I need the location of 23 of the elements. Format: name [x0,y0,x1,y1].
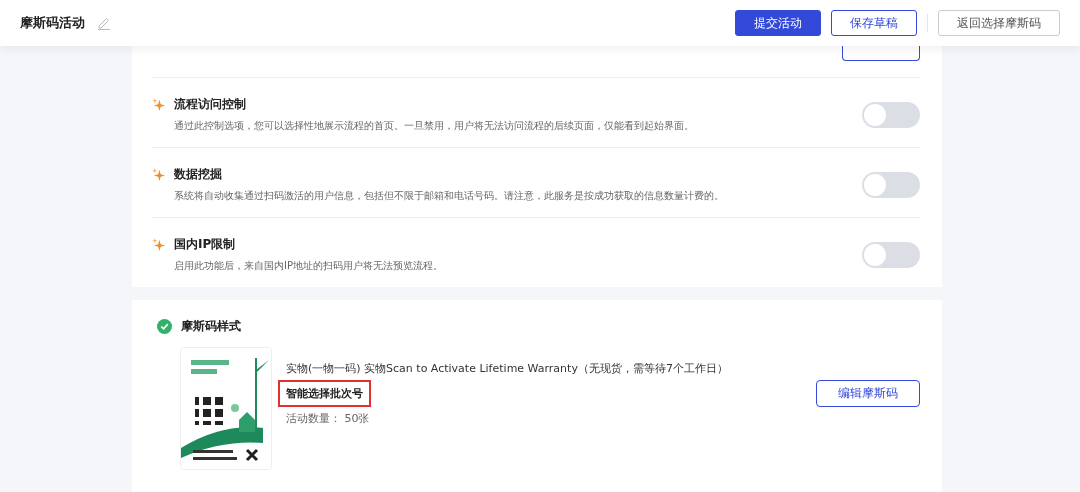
setting-description: 系统将自动收集通过扫码激活的用户信息，包括但不限于邮箱和电话号码。请注意，此服务是按成功获取的信息数量计费的。 [173,189,725,203]
setting-title: 国内IP限制 [174,236,236,253]
sparkle-icon [152,98,165,111]
edit-code-button[interactable]: 编辑摩斯码 [816,380,920,407]
product-name: 实物(一物一码) 实物Scan to Activate Lifetime Warranty（无现货，需等待7个工作日） [286,361,728,376]
back-button[interactable]: 返回选择摩斯码 [938,10,1060,36]
setting-title: 流程访问控制 [174,96,246,113]
submit-button[interactable]: 提交活动 [735,10,821,36]
sparkle-icon [152,168,165,181]
setting-description: 启用此功能后，来自国内IP地址的扫码用户将无法预览流程。 [173,259,444,273]
section-title: 摩斯码样式 [181,318,241,335]
sparkle-icon [152,238,165,251]
pencil-icon[interactable] [97,16,111,30]
batch-label: 智能选择批次号 [278,380,371,407]
toggle-switch[interactable] [862,241,920,268]
save-draft-button[interactable]: 保存草稿 [831,10,917,36]
setting-title: 数据挖掘 [174,166,222,183]
edit-flow-button[interactable] [842,46,920,61]
toggle-switch[interactable] [862,101,920,128]
quantity-text: 活动数量： 50张 [286,411,370,426]
toggle-switch[interactable] [862,171,920,198]
setting-description: 通过此控制选项，您可以选择性地展示流程的首页。一旦禁用，用户将无法访问流程的后续页面，仅能看到起始界面。 [173,119,695,133]
page-title: 摩斯码活动 [20,14,85,32]
